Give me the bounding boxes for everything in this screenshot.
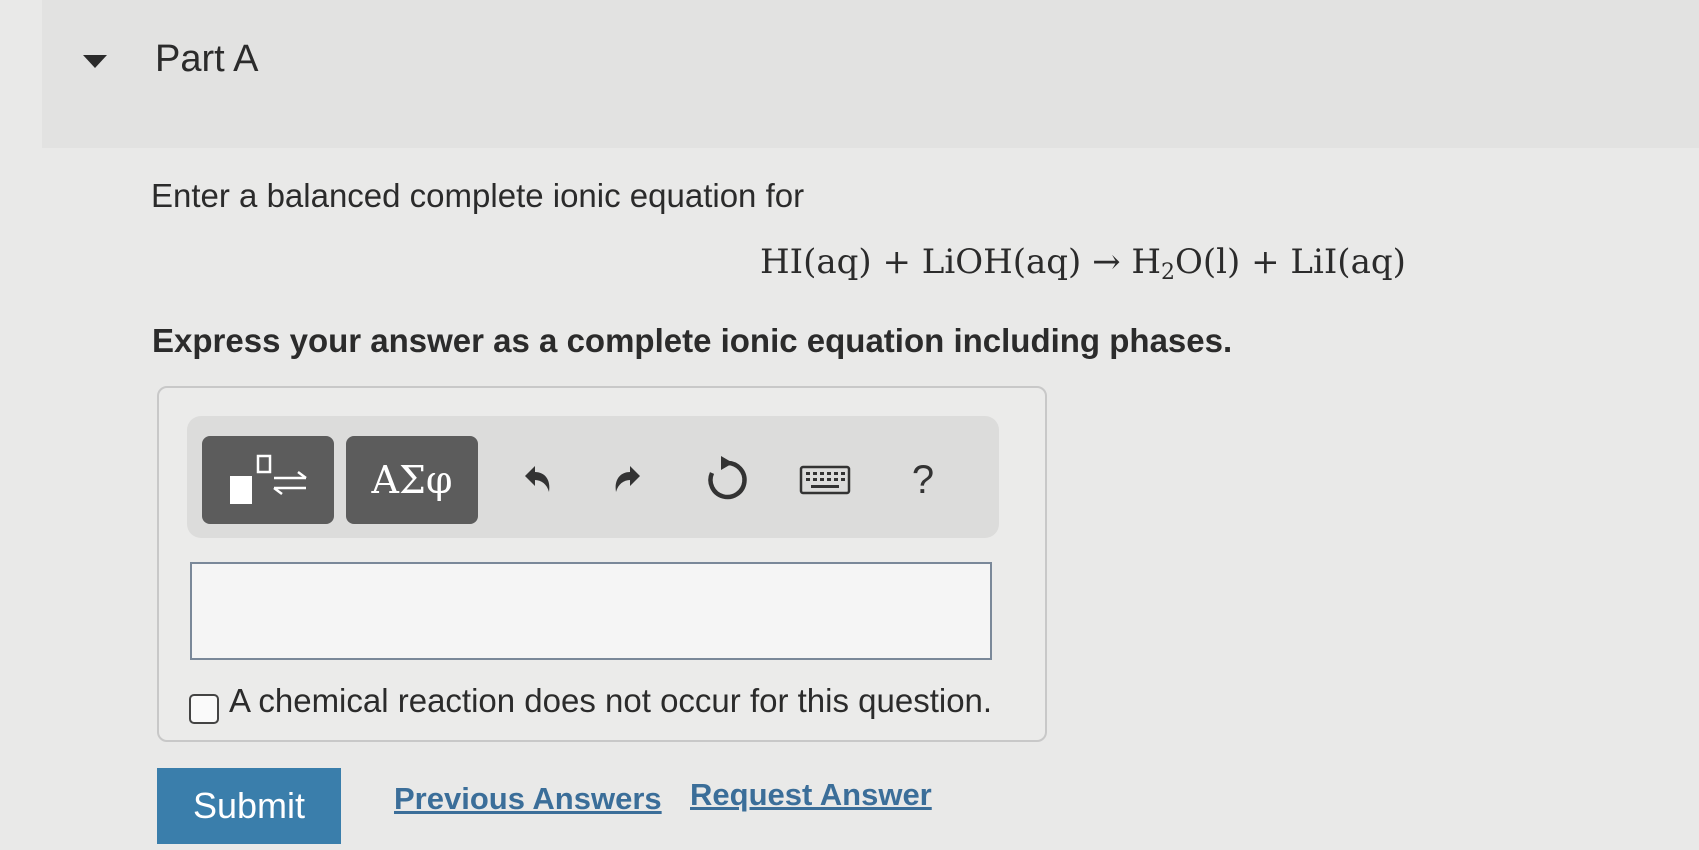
templates-icon	[230, 454, 307, 504]
no-reaction-checkbox[interactable]	[189, 694, 219, 724]
question-prompt: Enter a balanced complete ionic equation…	[151, 177, 805, 214]
undo-icon	[525, 466, 550, 492]
help-button[interactable]: ?	[893, 450, 953, 510]
help-icon: ?	[911, 457, 935, 502]
equation-subscript: 2	[1161, 260, 1176, 285]
answer-input[interactable]	[190, 562, 992, 660]
chemical-equation: HI(aq) + LiOH(aq) → H2O(l) + LiI(aq)	[760, 242, 1406, 285]
templates-button[interactable]	[202, 436, 334, 524]
collapse-caret-icon[interactable]	[83, 55, 107, 68]
symbols-button[interactable]: ΑΣφ	[346, 436, 478, 524]
submit-button[interactable]: Submit	[157, 768, 341, 844]
no-reaction-label[interactable]: A chemical reaction does not occur for t…	[229, 682, 992, 720]
equation-part-2: O(l) + LiI(aq)	[1175, 242, 1406, 282]
part-title: Part A	[155, 38, 259, 80]
part-header	[42, 0, 1699, 148]
equation-part-1: HI(aq) + LiOH(aq) → H	[760, 242, 1162, 282]
previous-answers-link[interactable]: Previous Answers	[394, 781, 662, 817]
answer-instruction: Express your answer as a complete ionic …	[152, 322, 1233, 359]
keyboard-icon	[799, 465, 851, 495]
keyboard-button[interactable]	[795, 450, 855, 510]
redo-button[interactable]	[600, 450, 660, 510]
reset-button[interactable]	[697, 450, 757, 510]
undo-button[interactable]	[505, 450, 565, 510]
request-answer-link[interactable]: Request Answer	[690, 777, 932, 813]
reset-icon	[708, 456, 747, 500]
redo-icon	[615, 466, 640, 492]
